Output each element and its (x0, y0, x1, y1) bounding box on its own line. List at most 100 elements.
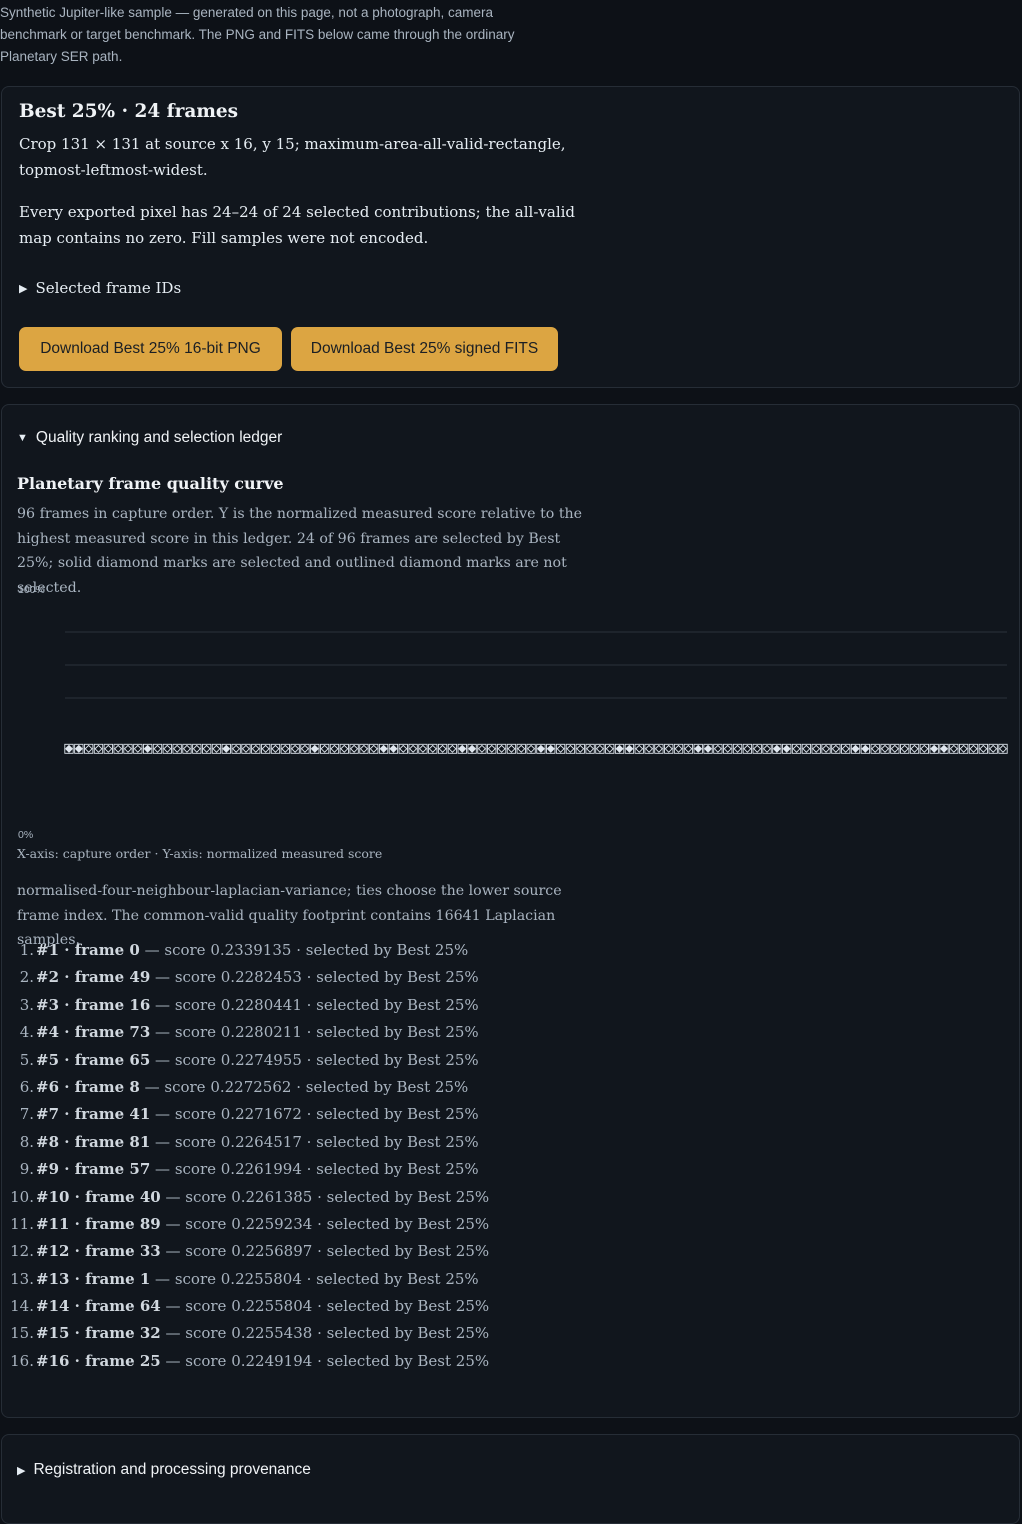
ranking-rank: #11 (36, 1214, 70, 1233)
ranking-entry: #15 · frame 32 — score 0.2255438 · selec… (36, 1324, 489, 1342)
unselected-frame-mark (291, 744, 300, 753)
unselected-frame-mark (959, 744, 968, 753)
ranking-score: — score 0.2255804 · selected by Best 25% (160, 1297, 490, 1316)
ranking-rank: #15 (36, 1324, 70, 1343)
unselected-frame-mark (133, 744, 142, 753)
ranking-rank: #5 (36, 1050, 60, 1069)
ranking-row: 14. #14 · frame 64 — score 0.2255804 · se… (2, 1297, 522, 1324)
unselected-frame-mark (880, 744, 890, 753)
selected-frame-mark (468, 744, 477, 753)
unselected-frame-mark (94, 744, 103, 753)
ranking-number: 5. (19, 1050, 34, 1069)
unselected-frame-mark (949, 744, 958, 753)
ranking-score: — score 0.2261994 · selected by Best 25% (150, 1160, 479, 1179)
ranking-entry: #14 · frame 64 — score 0.2255804 · selec… (36, 1297, 489, 1315)
ranking-frame: #9 · frame 57 (36, 1160, 151, 1179)
selected-frame-mark (546, 744, 555, 753)
unselected-frame-mark (487, 744, 496, 753)
ranking-list: 1. #1 · frame 0 — score 0.2339135 · selec… (2, 941, 522, 1391)
ranking-row: 11. #11 · frame 89 — score 0.2259234 · se… (2, 1215, 522, 1242)
unselected-frame-mark (576, 744, 585, 753)
unselected-frame-mark (821, 744, 831, 753)
selected-frame-mark (143, 744, 152, 753)
download-fits-button[interactable]: Download Best 25% signed FITS (291, 327, 558, 371)
y-axis-bottom-label: 0% (18, 829, 33, 841)
ranking-number: 4. (19, 1023, 34, 1042)
ranking-row: 12. #12 · frame 33 — score 0.2256897 · se… (2, 1242, 522, 1269)
unselected-frame-mark (900, 744, 909, 753)
ranking-row: 2. #2 · frame 49 — score 0.2282453 · sele… (2, 968, 522, 995)
ranking-entry: #8 · frame 81 — score 0.2264517 · select… (36, 1133, 479, 1151)
ranking-rank: #10 (36, 1187, 70, 1206)
unselected-frame-mark (979, 744, 988, 753)
selected-frame-mark (694, 744, 703, 753)
y-axis-top-label: 100% (18, 584, 45, 596)
selected-frame-mark (782, 744, 791, 753)
validity-description: Every exported pixel has 24–24 of 24 sel… (19, 203, 576, 247)
unselected-frame-mark (871, 744, 880, 753)
selected-frame-mark (615, 744, 624, 753)
ranking-rank: #4 (36, 1023, 60, 1042)
unselected-frame-mark (369, 744, 378, 753)
ranking-entry: #4 · frame 73 — score 0.2280211 · select… (36, 1023, 479, 1041)
download-png-button[interactable]: Download Best 25% 16-bit PNG (19, 327, 282, 371)
unselected-frame-mark (84, 744, 93, 753)
ranking-row: 15. #15 · frame 32 — score 0.2255438 · se… (2, 1324, 522, 1351)
selected-frame-mark (74, 744, 83, 753)
unselected-frame-mark (753, 744, 762, 753)
ranking-score: — score 0.2255438 · selected by Best 25% (160, 1324, 490, 1343)
ranking-frame: #13 · frame 1 (36, 1269, 151, 1288)
ranking-number: 2. (19, 968, 34, 987)
ranking-number: 6. (19, 1077, 34, 1096)
selected-frame-mark (379, 744, 388, 753)
ranking-row: 4. #4 · frame 73 — score 0.2280211 · sele… (2, 1023, 522, 1050)
unselected-frame-mark (802, 744, 811, 753)
ranking-frame-id: frame 8 (74, 1077, 140, 1096)
unselected-frame-mark (163, 744, 172, 753)
ranking-number: 12. (10, 1242, 34, 1261)
ranking-frame: #4 · frame 73 (36, 1023, 151, 1042)
unselected-frame-mark (969, 744, 978, 753)
ranking-rank: #8 (36, 1132, 60, 1151)
ranking-rank: #6 (36, 1077, 60, 1096)
ranking-rank: #14 (36, 1297, 70, 1316)
unselected-frame-mark (566, 744, 575, 753)
ranking-frame: #16 · frame 25 (36, 1351, 161, 1370)
ranking-frame: #5 · frame 65 (36, 1050, 151, 1069)
selected-frame-mark (625, 744, 634, 753)
unselected-frame-mark (664, 744, 673, 753)
unselected-frame-mark (330, 744, 339, 753)
unselected-frame-mark (153, 744, 162, 753)
unselected-frame-mark (586, 744, 595, 753)
unselected-frame-mark (654, 744, 663, 753)
unselected-frame-mark (359, 744, 368, 753)
unselected-frame-mark (418, 744, 427, 753)
ranking-number: 10. (10, 1187, 34, 1206)
ranking-number: 8. (19, 1132, 34, 1151)
ranking-entry: #3 · frame 16 — score 0.2280441 · select… (36, 996, 479, 1014)
quality-curve-chart: 100% 0% (18, 584, 1008, 841)
intro-text: Synthetic Jupiter-like sample — generate… (0, 5, 515, 64)
unselected-frame-mark (713, 744, 722, 753)
unselected-frame-mark (281, 744, 290, 753)
ranking-row: 16. #16 · frame 25 — score 0.2249194 · se… (2, 1352, 522, 1379)
ranking-number: 9. (19, 1160, 34, 1179)
ranking-entry: #6 · frame 8 — score 0.2272562 · selecte… (36, 1078, 468, 1096)
ranking-entry: #2 · frame 49 — score 0.2282453 · select… (36, 968, 479, 986)
ranking-row: 13. #13 · frame 1 — score 0.2255804 · sel… (2, 1270, 522, 1297)
ranking-row: 8. #8 · frame 81 — score 0.2264517 · sele… (2, 1133, 522, 1160)
ranking-rank: #16 (36, 1351, 70, 1370)
ranking-number: 13. (10, 1269, 34, 1288)
provenance-toggle[interactable]: ▶ Registration and processing provenance (17, 1461, 311, 1479)
ranking-rank: #1 (36, 941, 60, 959)
ranking-frame-id: frame 25 (85, 1351, 161, 1370)
ranking-number: 3. (19, 995, 34, 1014)
ranking-number: 14. (10, 1297, 34, 1316)
quality-ledger-label: Quality ranking and selection ledger (35, 429, 283, 446)
unselected-frame-mark (477, 744, 486, 753)
selected-frames-toggle[interactable]: ▶ Selected frame IDs (19, 279, 181, 297)
unselected-frame-mark (645, 744, 654, 753)
ranking-frame: #14 · frame 64 (36, 1297, 161, 1316)
ranking-frame-id: frame 32 (85, 1324, 161, 1343)
quality-ledger-toggle[interactable]: ▼ Quality ranking and selection ledger (17, 429, 282, 447)
